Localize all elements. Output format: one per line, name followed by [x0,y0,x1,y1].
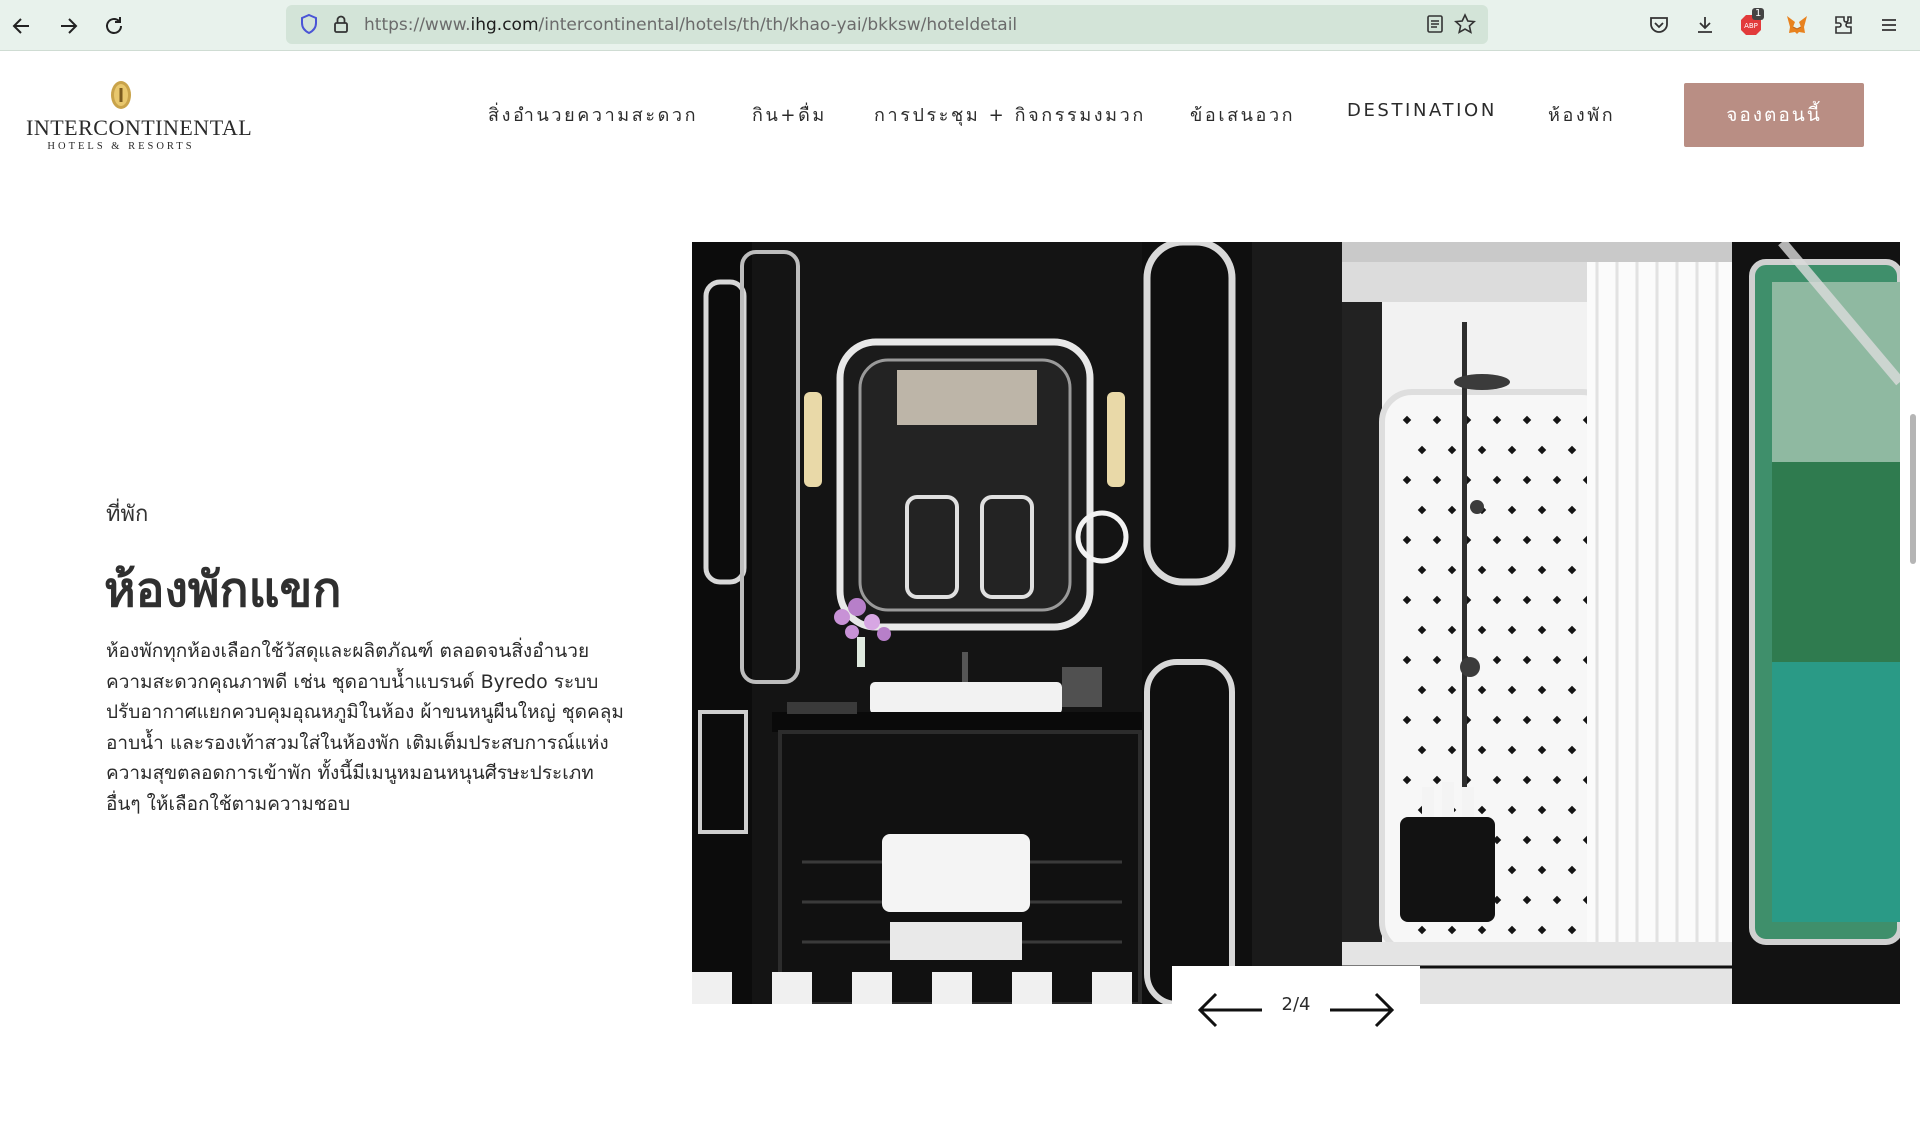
arrow-right-icon [1330,992,1395,1028]
next-slide-button[interactable] [1328,990,1396,1030]
nav-item-rooms[interactable]: ห้องพัก [1548,100,1615,129]
back-arrow-icon[interactable] [8,12,36,40]
svg-text:ABP: ABP [1744,22,1758,30]
arrow-left-icon [1197,992,1262,1028]
section-eyebrow: ที่พัก [106,502,149,527]
bookmark-star-icon[interactable] [1452,11,1478,37]
nav-item-facilities[interactable]: สิ่งอำนวยความสะดวก [488,100,698,129]
pocket-icon[interactable] [1646,12,1672,38]
room-description: ห้องพักทุกห้องเลือกใช้วัสดุและผลิตภัณฑ์ … [106,640,624,815]
nav-item-offers[interactable]: ข้อเสนอวก [1190,100,1295,129]
intercontinental-logo[interactable]: INTERCONTINENTAL HOTELS & RESORTS [26,80,253,160]
book-now-button[interactable]: จองตอนนี้ [1684,83,1864,147]
download-icon[interactable] [1692,12,1718,38]
shield-icon[interactable] [296,11,322,37]
menu-icon[interactable] [1876,12,1902,38]
metamask-icon[interactable] [1784,12,1810,38]
bathroom-photo [692,242,1900,1004]
previous-slide-button[interactable] [1196,990,1264,1030]
lock-icon[interactable] [328,11,354,37]
logo-emblem-icon [111,81,131,109]
logo-brand-text: INTERCONTINENTAL [26,115,253,140]
nav-item-dining[interactable]: กิน+ดื่ม [752,100,827,129]
site-header: INTERCONTINENTAL HOTELS & RESORTS สิ่งอำ… [0,52,1920,177]
address-bar[interactable]: https://www.ihg.com/intercontinental/hot… [286,5,1488,44]
nav-item-destination[interactable]: DESTINATION [1347,100,1497,121]
browser-toolbar: https://www.ihg.com/intercontinental/hot… [0,0,1920,51]
url-text[interactable]: https://www.ihg.com/intercontinental/hot… [364,15,1017,35]
page-scrollbar[interactable] [1906,52,1920,1143]
adblock-icon[interactable]: ABP 1 [1738,8,1765,38]
forward-arrow-icon[interactable] [54,12,82,40]
reader-mode-icon[interactable] [1422,11,1448,37]
extension-badge: 1 [1752,8,1765,20]
page-title: ห้องพักแขก [104,562,342,618]
extensions-icon[interactable] [1830,12,1856,38]
scrollbar-thumb[interactable] [1910,414,1916,564]
nav-item-meetings-events[interactable]: การประชุม + กิจกรรมงมวก [874,100,1146,129]
gallery-controls: 2/4 [1172,966,1420,1046]
reload-icon[interactable] [100,12,128,40]
room-gallery-image[interactable] [692,242,1900,1004]
logo-tagline: HOTELS & RESORTS [47,141,195,152]
slide-counter: 2/4 [1281,994,1311,1015]
